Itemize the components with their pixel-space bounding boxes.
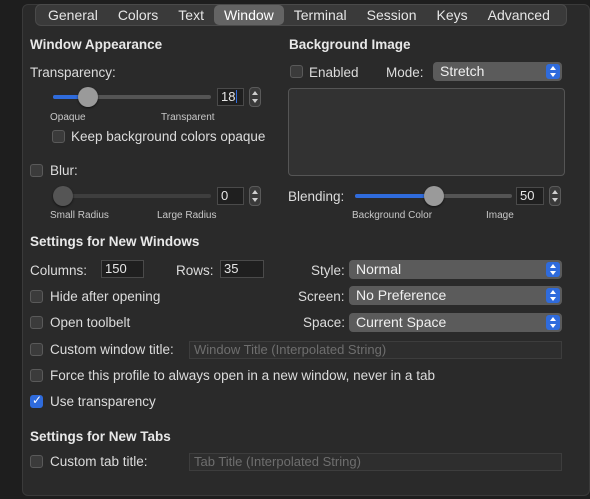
custom-tab-title-checkbox[interactable] [30,455,43,468]
blur-slider-knob[interactable] [53,186,73,206]
space-select[interactable]: Current Space [349,313,562,332]
tab-window[interactable]: Window [213,5,284,25]
blending-slider-knob[interactable] [424,186,444,206]
bg-enabled-checkbox[interactable] [290,65,303,78]
screen-label: Screen: [298,289,345,304]
select-arrows-icon [546,288,560,303]
blending-slider-fill [355,194,434,198]
mode-label: Mode: [386,65,424,80]
blending-value-field[interactable]: 50 [516,187,544,205]
hide-after-opening-label: Hide after opening [50,289,161,304]
select-arrows-icon [546,315,560,330]
new-windows-heading: Settings for New Windows [30,234,200,249]
background-color-label: Background Color [352,210,433,221]
transparent-label: Transparent [161,112,215,123]
image-label: Image [486,210,514,221]
tab-keys[interactable]: Keys [426,5,477,25]
transparency-label: Transparency: [30,65,116,80]
custom-window-title-checkbox[interactable] [30,343,43,356]
window-title-input[interactable]: Window Title (Interpolated String) [189,341,562,359]
use-transparency-label: Use transparency [50,394,156,409]
screen-select[interactable]: No Preference [349,286,562,305]
tab-session[interactable]: Session [357,5,427,25]
tab-colors[interactable]: Colors [108,5,168,25]
transparency-slider[interactable] [53,95,211,99]
rows-label: Rows: [176,263,214,278]
tab-terminal[interactable]: Terminal [284,5,357,25]
custom-window-title-label: Custom window title: [50,342,174,357]
blur-stepper[interactable] [249,186,261,206]
window-appearance-heading: Window Appearance [30,37,163,52]
tab-general[interactable]: General [38,5,108,25]
blending-stepper[interactable] [549,186,561,206]
space-label: Space: [303,315,346,330]
style-label: Style: [311,263,345,278]
new-tabs-heading: Settings for New Tabs [30,429,171,444]
keep-bg-opaque-label: Keep background colors opaque [71,129,266,144]
open-toolbelt-checkbox[interactable] [30,316,43,329]
tab-title-input[interactable]: Tab Title (Interpolated String) [189,453,562,471]
select-arrows-icon [546,262,560,277]
blending-label: Blending: [288,189,345,204]
tab-text[interactable]: Text [168,5,214,25]
style-select[interactable]: Normal [349,260,562,279]
opaque-label: Opaque [50,112,86,123]
blur-slider[interactable] [53,194,211,198]
hide-after-opening-checkbox[interactable] [30,290,43,303]
blur-checkbox[interactable] [30,164,43,177]
force-new-window-label: Force this profile to always open in a n… [50,368,435,383]
text-cursor [236,90,238,103]
background-image-well[interactable] [288,88,565,176]
blur-value-field[interactable]: 0 [217,187,244,205]
background-image-heading: Background Image [289,37,411,52]
custom-tab-title-label: Custom tab title: [50,454,148,469]
force-new-window-checkbox[interactable] [30,369,43,382]
open-toolbelt-label: Open toolbelt [50,315,131,330]
keep-bg-opaque-checkbox[interactable] [52,130,65,143]
select-arrows-icon [546,64,560,79]
small-radius-label: Small Radius [50,210,109,221]
columns-label: Columns: [30,263,88,278]
transparency-stepper[interactable] [249,87,261,107]
tab-advanced[interactable]: Advanced [478,5,560,25]
transparency-slider-knob[interactable] [78,87,98,107]
transparency-value-field[interactable]: 18 [217,88,244,106]
blur-label: Blur: [50,163,78,178]
columns-field[interactable]: 150 [101,260,144,278]
tab-bar: General Colors Text Window Terminal Sess… [35,4,567,26]
rows-field[interactable]: 35 [220,260,264,278]
mode-select[interactable]: Stretch [433,62,562,81]
large-radius-label: Large Radius [157,210,217,221]
bg-enabled-label: Enabled [309,65,359,80]
use-transparency-checkbox[interactable] [30,393,43,408]
